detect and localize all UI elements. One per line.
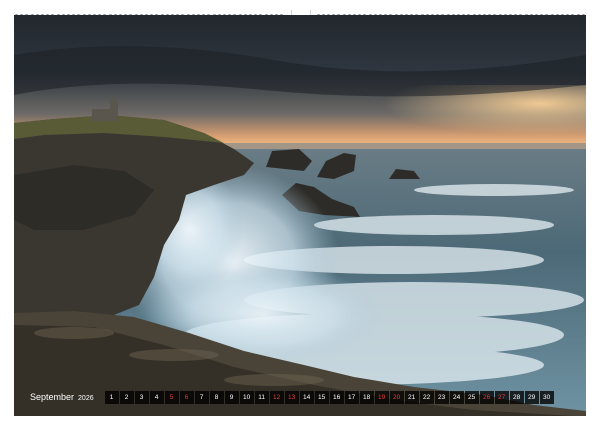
day-cell: 26: [479, 390, 494, 404]
day-cell: 17: [344, 390, 359, 404]
day-cell: 13: [284, 390, 299, 404]
day-cell: 14: [299, 390, 314, 404]
day-cell: 4: [149, 390, 164, 404]
day-cell: 30: [539, 390, 554, 404]
day-cell: 27: [494, 390, 509, 404]
day-cell: 10: [239, 390, 254, 404]
day-cell: 29: [524, 390, 539, 404]
month-label: September 2026: [30, 392, 94, 402]
photo-artwork: [14, 15, 586, 416]
year-label: 2026: [78, 395, 94, 402]
day-cell: 25: [464, 390, 479, 404]
landscape-photo: [14, 15, 586, 416]
day-cell: 19: [374, 390, 389, 404]
day-cell: 21: [404, 390, 419, 404]
day-cell: 24: [449, 390, 464, 404]
day-cell: 23: [434, 390, 449, 404]
day-cell: 16: [329, 390, 344, 404]
day-cell: 20: [389, 390, 404, 404]
calendar-strip: September 2026 1 2 3 4 5 6 7 8 9 10 11 12 13 14 15 16 17 1…: [14, 387, 586, 407]
day-cell: 8: [209, 390, 224, 404]
day-cell: 11: [254, 390, 269, 404]
calendar-page: September 2026 1 2 3 4 5 6 7 8 9 10 11 12 13 14 15 16 17 1…: [0, 0, 600, 432]
day-cell: 22: [419, 390, 434, 404]
day-cell: 5: [164, 390, 179, 404]
day-cell: 7: [194, 390, 209, 404]
day-cell: 3: [134, 390, 149, 404]
day-cell: 2: [119, 390, 134, 404]
day-cell: 12: [269, 390, 284, 404]
day-cells: 1 2 3 4 5 6 7 8 9 10 11 12 13 14 15 16 17 18 19 20 21 22 23 24 2…: [104, 390, 554, 404]
horizon-line: [214, 143, 586, 149]
day-cell: 18: [359, 390, 374, 404]
month-name: September: [30, 392, 75, 402]
day-cell: 28: [509, 390, 524, 404]
day-cell: 6: [179, 390, 194, 404]
day-cell: 9: [224, 390, 239, 404]
day-cell: 1: [104, 390, 119, 404]
day-cell: 15: [314, 390, 329, 404]
